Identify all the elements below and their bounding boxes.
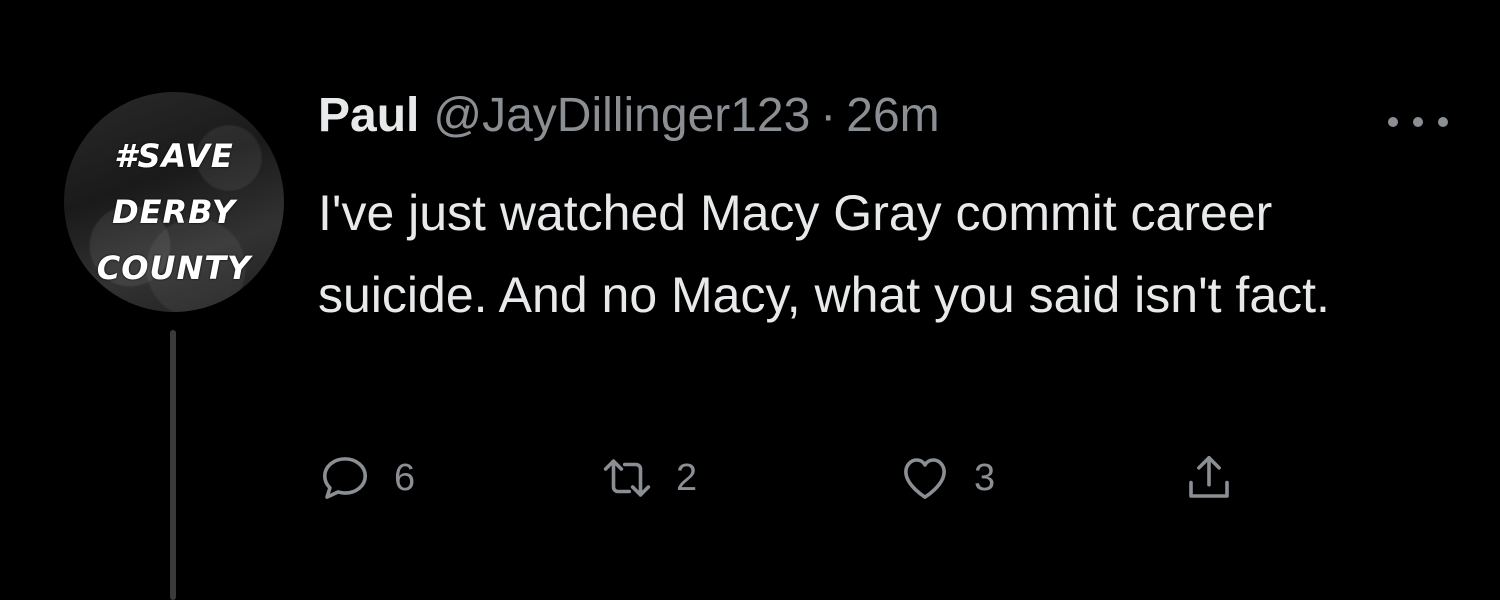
separator-dot: · [820, 89, 837, 142]
more-dot [1438, 117, 1448, 127]
reply-button[interactable]: 6 [318, 448, 415, 508]
avatar-text-line-2: DERBY [112, 193, 236, 231]
share-button[interactable] [1182, 448, 1236, 508]
user-handle[interactable]: @JayDillinger123 [433, 88, 810, 143]
more-options-icon[interactable] [1388, 102, 1448, 142]
avatar-column: #SAVE DERBY COUNTY [64, 92, 284, 312]
reply-count: 6 [394, 456, 416, 499]
retweet-button[interactable]: 2 [600, 448, 697, 508]
more-dot [1388, 117, 1398, 127]
share-icon [1189, 455, 1229, 498]
more-dot [1413, 117, 1423, 127]
avatar[interactable]: #SAVE DERBY COUNTY [64, 92, 284, 312]
thread-connector-line [170, 330, 176, 600]
retweet-count: 2 [676, 456, 698, 499]
avatar-logo-text: #SAVE DERBY COUNTY [64, 128, 284, 296]
avatar-text-line-1: #SAVE [114, 137, 234, 175]
retweet-icon [603, 459, 651, 497]
heart-icon [904, 458, 946, 499]
tweet-header: Paul @JayDillinger123 · 26m [318, 88, 1448, 158]
tweet-content: Paul @JayDillinger123 · 26m I've just wa… [318, 88, 1448, 336]
like-count: 3 [974, 456, 996, 499]
avatar-text-line-3: COUNTY [96, 249, 252, 287]
like-button[interactable]: 3 [898, 448, 995, 508]
display-name[interactable]: Paul [318, 88, 419, 143]
tweet-text: I've just watched Macy Gray commit caree… [318, 185, 1330, 323]
tweet[interactable]: #SAVE DERBY COUNTY Paul @JayDillinger123… [0, 0, 1500, 600]
tweet-actions: 6 2 3 [318, 448, 1278, 508]
timestamp[interactable]: 26m [846, 88, 939, 143]
reply-icon [322, 457, 368, 499]
